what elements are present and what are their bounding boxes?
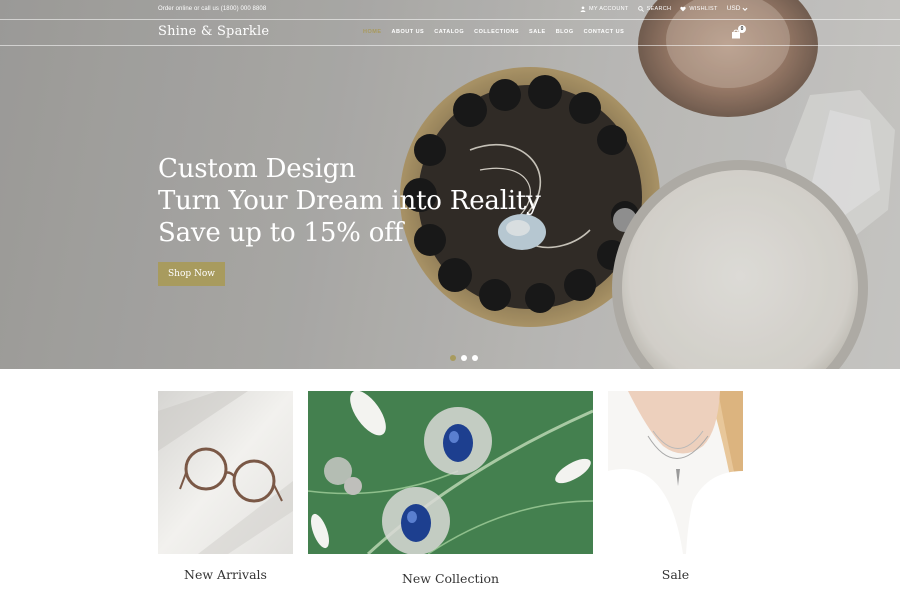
search-icon — [637, 5, 644, 12]
main-nav: HOME ABOUT US CATALOG COLLECTIONS SALE B… — [363, 29, 624, 35]
nav-catalog[interactable]: CATALOG — [434, 29, 464, 35]
slide-dot-2[interactable] — [461, 355, 467, 361]
necklace-image — [608, 391, 743, 554]
slide-dot-1[interactable] — [450, 355, 456, 361]
category-new-arrivals-image[interactable] — [158, 391, 293, 554]
main-header: Shine & Sparkle HOME ABOUT US CATALOG CO… — [0, 20, 900, 46]
user-icon — [580, 5, 586, 12]
nav-collections[interactable]: COLLECTIONS — [474, 29, 519, 35]
top-bar: Order online or call us (1800) 000 8808 … — [0, 0, 900, 20]
category-sale-image[interactable] — [608, 391, 743, 554]
search-label: Search — [646, 5, 672, 12]
currency-label: USD — [726, 5, 741, 12]
nav-about-us[interactable]: ABOUT US — [392, 29, 425, 35]
category-new-collection-title[interactable]: New Collection — [308, 571, 593, 586]
slide-dot-3[interactable] — [472, 355, 478, 361]
currency-selector[interactable]: USD — [727, 5, 749, 12]
site-logo[interactable]: Shine & Sparkle — [158, 24, 269, 39]
hero-line-3: Save up to 15% off — [158, 218, 404, 248]
chevron-down-icon — [742, 7, 748, 11]
wishlist-link[interactable]: Wishlist — [680, 6, 717, 12]
nav-blog[interactable]: BLOG — [556, 29, 574, 35]
my-account-link[interactable]: My account — [580, 6, 629, 12]
shop-now-button[interactable]: Shop Now — [158, 262, 225, 286]
cart-count-badge: 0 — [738, 25, 746, 33]
heart-icon — [680, 6, 686, 11]
category-sale-title[interactable]: Sale — [608, 567, 743, 582]
nav-contact-us[interactable]: CONTACT US — [584, 29, 625, 35]
my-account-label: My account — [589, 5, 629, 12]
hero-slider: Order online or call us (1800) 000 8808 … — [0, 0, 900, 369]
wishlist-label: Wishlist — [689, 5, 718, 12]
search-link[interactable]: Search — [637, 5, 672, 12]
hero-line-1: Custom Design — [158, 154, 356, 184]
cart-button[interactable]: 0 — [731, 25, 746, 40]
order-phone-text: Order online or call us (1800) 000 8808 — [158, 6, 267, 12]
hero-headline: Custom Design Turn Your Dream into Reali… — [158, 153, 541, 249]
slider-dots — [450, 355, 478, 361]
category-new-arrivals-title[interactable]: New Arrivals — [158, 567, 293, 582]
nav-sale[interactable]: SALE — [529, 29, 546, 35]
hero-line-2: Turn Your Dream into Reality — [158, 186, 541, 216]
glasses-image — [158, 391, 293, 554]
category-new-collection-image[interactable] — [308, 391, 593, 554]
earrings-on-leaf-image — [308, 391, 593, 554]
account-links: My account Search Wishlist USD — [580, 5, 748, 12]
nav-home[interactable]: HOME — [363, 29, 382, 35]
